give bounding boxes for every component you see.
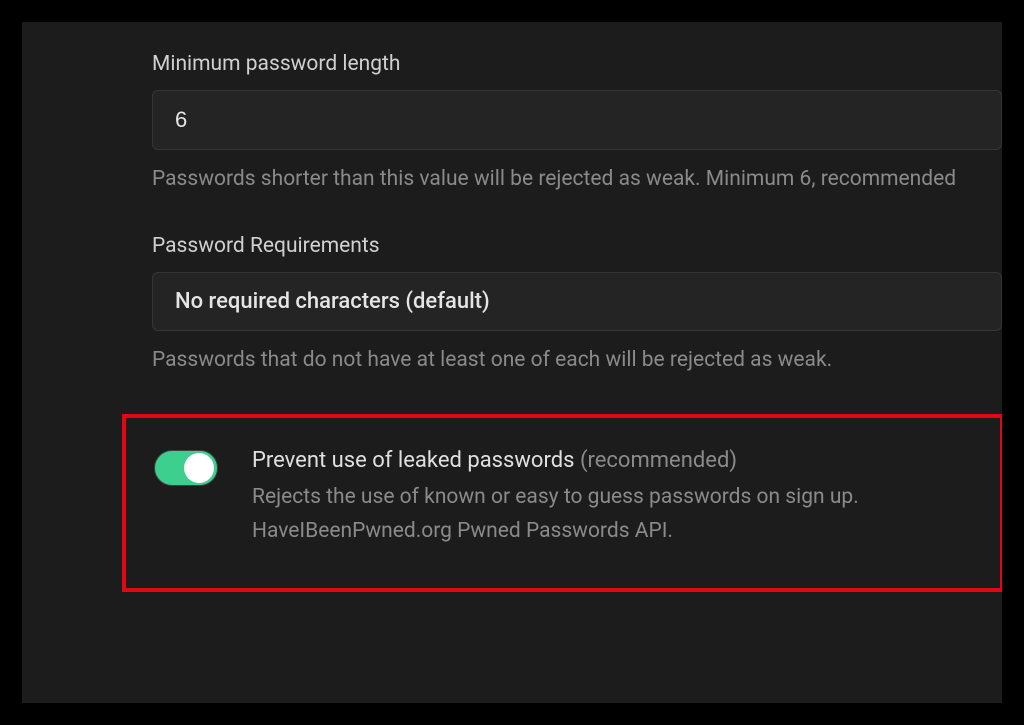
min-length-helper: Passwords shorter than this value will b… [152, 164, 1002, 196]
min-length-label: Minimum password length [152, 52, 1002, 76]
leaked-passwords-section: Prevent use of leaked passwords (recomme… [122, 414, 1002, 592]
leaked-passwords-title-text: Prevent use of leaked passwords [252, 448, 574, 473]
password-requirements-field: Password Requirements No required charac… [152, 234, 1002, 377]
leaked-passwords-title-suffix: (recommended) [580, 448, 737, 473]
password-requirements-helper: Passwords that do not have at least one … [152, 345, 1002, 377]
leaked-passwords-description: Rejects the use of known or easy to gues… [252, 481, 980, 548]
min-length-field: Minimum password length Passwords shorte… [152, 52, 1002, 196]
password-requirements-label: Password Requirements [152, 234, 1002, 258]
min-length-input[interactable] [152, 90, 1002, 150]
password-requirements-select[interactable]: No required characters (default) [152, 272, 1002, 331]
leaked-passwords-content: Prevent use of leaked passwords (recomme… [252, 448, 980, 548]
toggle-knob [184, 453, 214, 483]
leaked-passwords-toggle[interactable] [154, 450, 218, 486]
password-settings-panel: Minimum password length Passwords shorte… [22, 22, 1002, 703]
leaked-passwords-title: Prevent use of leaked passwords (recomme… [252, 448, 980, 473]
